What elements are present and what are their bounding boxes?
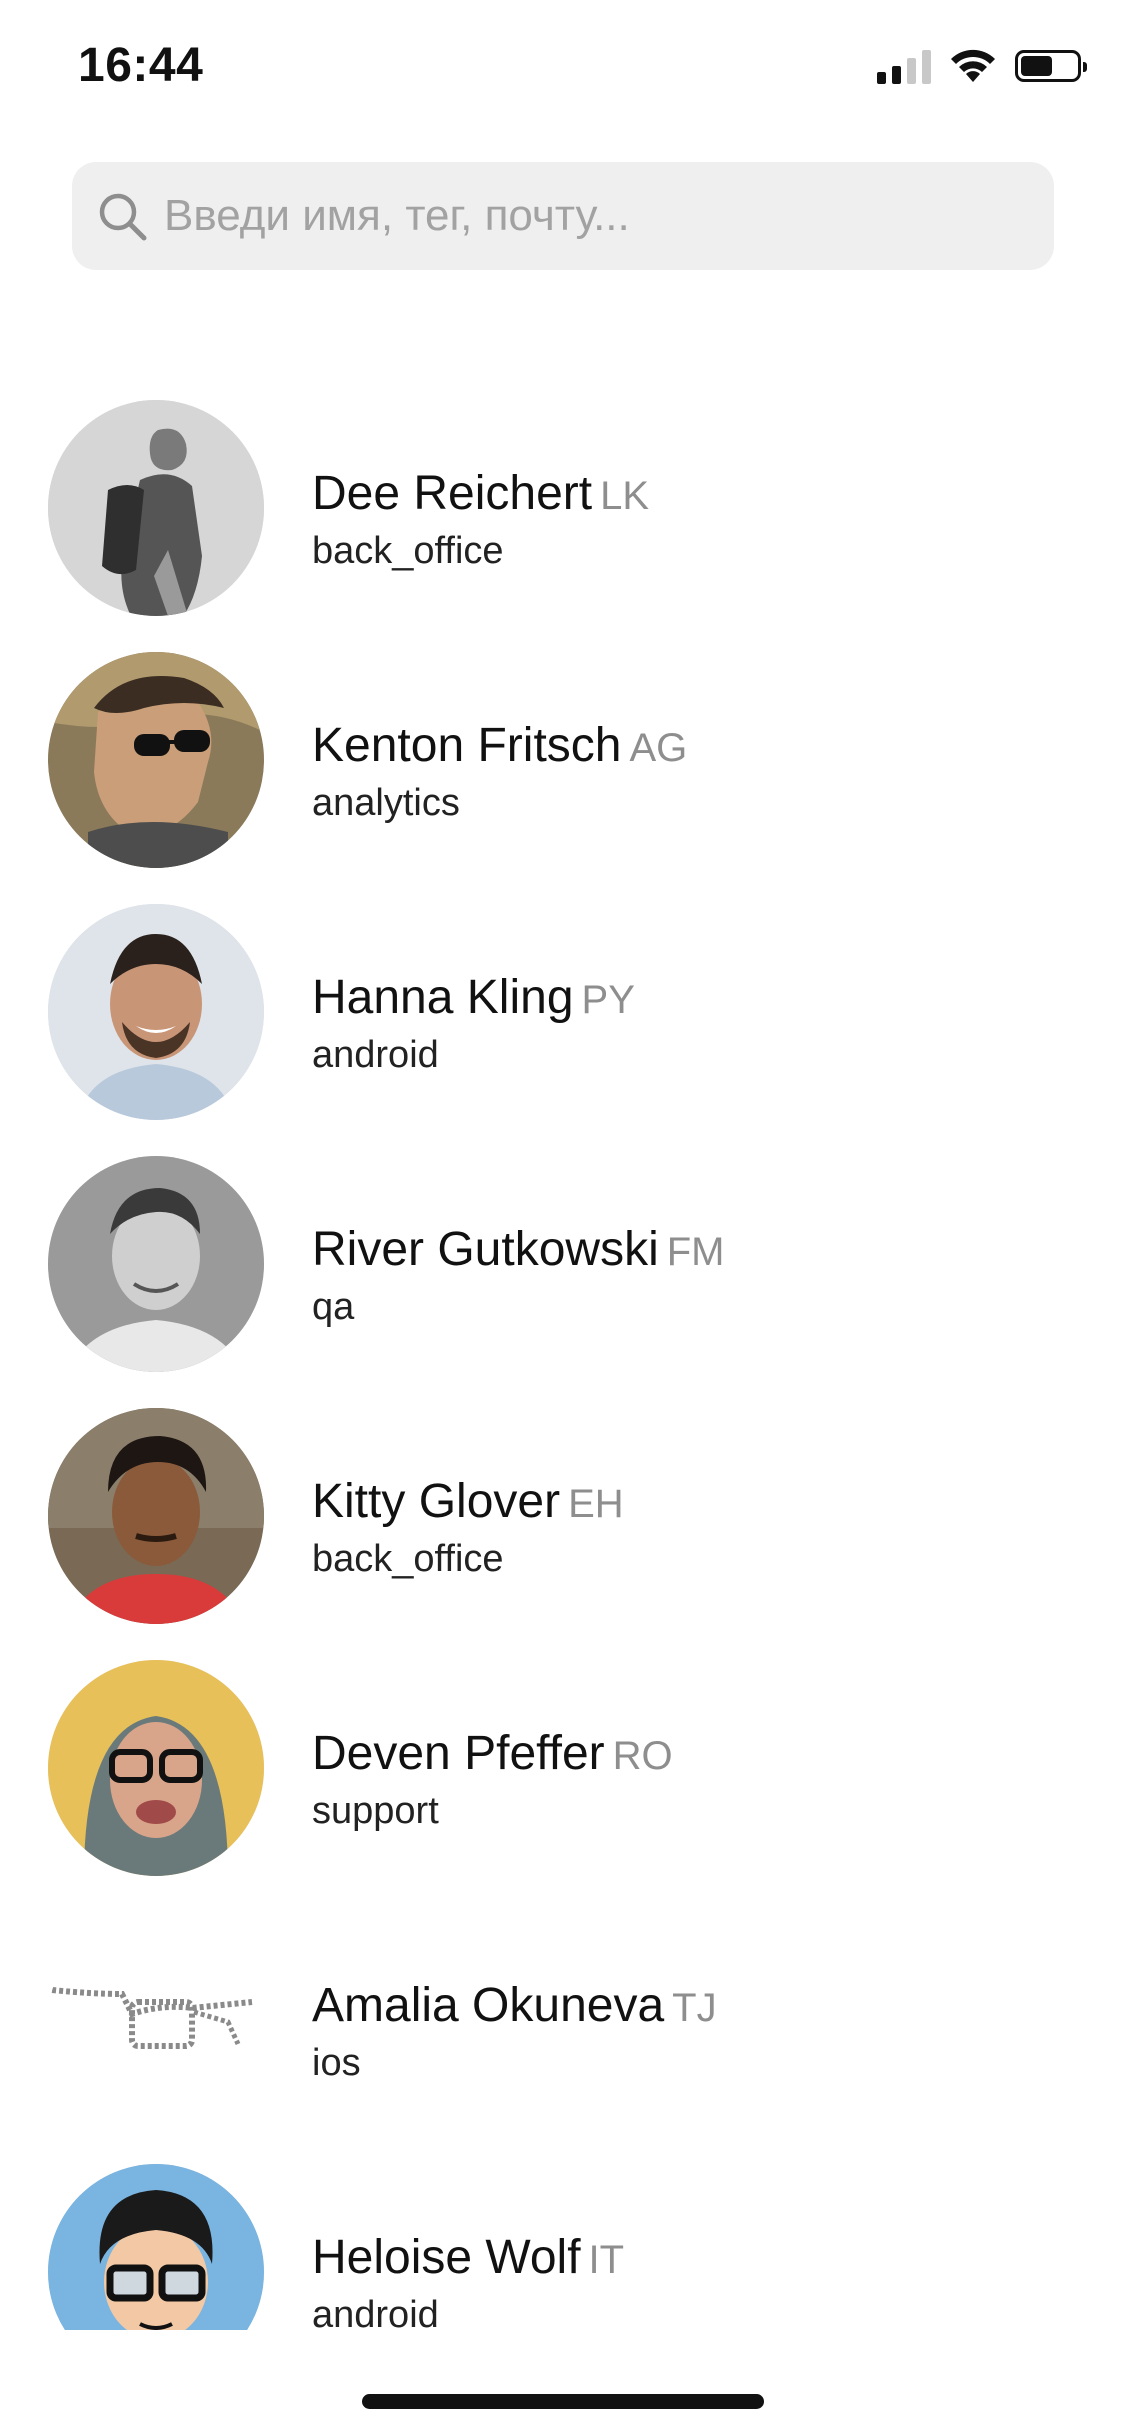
avatar: [48, 1912, 264, 2128]
contact-tag: IT: [588, 2238, 625, 2282]
contact-name-line: Dee Reichert LK: [312, 466, 649, 524]
avatar: [48, 2164, 264, 2330]
contact-department: support: [312, 1790, 439, 1832]
search-icon: [99, 193, 147, 241]
contact-row[interactable]: Kenton Fritsch AG analytics: [0, 652, 1125, 904]
contact-info: Hanna Kling PY android: [312, 970, 635, 1080]
contact-row[interactable]: Kitty Glover EH back_office: [0, 1408, 1125, 1660]
avatar: [48, 904, 264, 1120]
contact-department: android: [312, 2294, 439, 2330]
people-search-screen: 16:44 Введи имя, тег, почту... Dee Reich…: [0, 0, 1125, 2436]
contact-tag: RO: [612, 1734, 673, 1778]
contact-row[interactable]: Hanna Kling PY android: [0, 904, 1125, 1156]
avatar: [48, 652, 264, 868]
avatar: [48, 1660, 264, 1876]
contact-info: Kitty Glover EH back_office: [312, 1474, 624, 1584]
contact-name: Dee Reichert: [312, 467, 593, 520]
contact-tag: EH: [568, 1482, 624, 1526]
contact-name: Kitty Glover: [312, 1475, 561, 1528]
search-bar[interactable]: [72, 162, 1054, 270]
contact-info: Heloise Wolf IT android: [312, 2230, 624, 2330]
contact-row[interactable]: Heloise Wolf IT android: [0, 2164, 1125, 2330]
home-indicator: [362, 2394, 764, 2409]
battery-icon: [1015, 50, 1087, 82]
contact-department: ios: [312, 2042, 361, 2084]
contact-tag: PY: [581, 978, 635, 1022]
contact-department: android: [312, 1034, 439, 1076]
contact-name-line: Deven Pfeffer RO: [312, 1726, 673, 1784]
contact-row[interactable]: Amalia Okuneva TJ ios: [0, 1912, 1125, 2164]
contact-name: Kenton Fritsch: [312, 719, 622, 772]
avatar: [48, 1156, 264, 1372]
avatar: [48, 400, 264, 616]
status-time: 16:44: [78, 39, 204, 92]
contact-list: Dee Reichert LK back_office Kenton Frits…: [0, 400, 1125, 2330]
contact-name: River Gutkowski: [312, 1223, 659, 1276]
status-icons: [877, 48, 1087, 84]
contact-department: back_office: [312, 530, 504, 572]
contact-name: Heloise Wolf: [312, 2231, 581, 2284]
cellular-signal-icon: [877, 48, 931, 84]
contact-department: back_office: [312, 1538, 504, 1580]
contact-name-line: Hanna Kling PY: [312, 970, 635, 1028]
wifi-icon: [949, 48, 997, 84]
contact-info: River Gutkowski FM qa: [312, 1222, 725, 1332]
contact-name-line: Kenton Fritsch AG: [312, 718, 687, 776]
contact-tag: AG: [629, 726, 688, 770]
contact-name: Amalia Okuneva: [312, 1979, 665, 2032]
contact-tag: TJ: [672, 1986, 717, 2030]
status-bar: 16:44: [0, 0, 1125, 140]
avatar: [48, 1408, 264, 1624]
contact-row[interactable]: Dee Reichert LK back_office: [0, 400, 1125, 652]
contact-department: qa: [312, 1286, 355, 1328]
contact-name-line: Amalia Okuneva TJ: [312, 1978, 717, 2036]
search-input[interactable]: [164, 176, 1024, 256]
contact-tag: FM: [666, 1230, 725, 1274]
contact-name-line: Heloise Wolf IT: [312, 2230, 624, 2288]
contact-name: Deven Pfeffer: [312, 1727, 605, 1780]
contact-info: Dee Reichert LK back_office: [312, 466, 649, 576]
contact-tag: LK: [600, 474, 650, 518]
contact-name: Hanna Kling: [312, 971, 574, 1024]
contact-department: analytics: [312, 782, 460, 824]
contact-info: Kenton Fritsch AG analytics: [312, 718, 687, 828]
contact-name-line: Kitty Glover EH: [312, 1474, 624, 1532]
contact-row[interactable]: River Gutkowski FM qa: [0, 1156, 1125, 1408]
contact-info: Deven Pfeffer RO support: [312, 1726, 673, 1836]
contact-info: Amalia Okuneva TJ ios: [312, 1978, 717, 2088]
contact-row[interactable]: Deven Pfeffer RO support: [0, 1660, 1125, 1912]
contact-name-line: River Gutkowski FM: [312, 1222, 725, 1280]
